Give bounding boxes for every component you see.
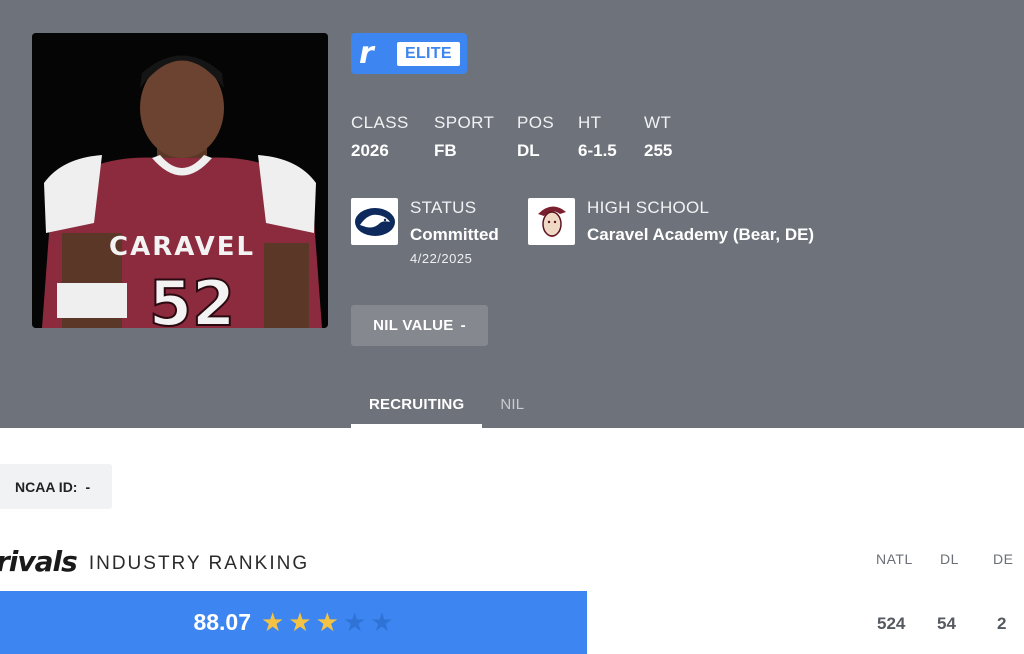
attr-pos: POS DL [517, 113, 554, 161]
star-icon: ★ [261, 607, 285, 638]
attr-value: 6-1.5 [578, 141, 617, 160]
nil-value: - [460, 317, 466, 334]
rating-value: 88.07 [193, 609, 251, 635]
status-label: STATUS [410, 198, 477, 217]
rank-natl-value[interactable]: 524 [877, 614, 905, 634]
nil-value-label: NIL VALUE [373, 317, 454, 334]
attr-label: SPORT [434, 113, 495, 132]
elite-badge[interactable]: r ELITE [351, 33, 467, 74]
rank-col-pos-label: DL [940, 551, 959, 567]
star-icon: ★ [288, 607, 312, 638]
attr-value: DL [517, 141, 540, 160]
ncaa-id-value: - [85, 478, 91, 495]
attr-value: FB [434, 141, 457, 160]
attr-wt: WT 255 [644, 113, 672, 161]
status-value: Committed [410, 225, 499, 244]
ncaa-id-label: NCAA ID: [15, 478, 78, 495]
high-school: HIGH SCHOOL Caravel Academy (Bear, DE) [528, 198, 814, 245]
high-school-value[interactable]: Caravel Academy (Bear, DE) [587, 225, 814, 245]
attr-label: HT [578, 113, 602, 132]
star-icon: ★ [342, 607, 367, 638]
rating-bar: 88.07 ★ ★ ★ ★ ★ [0, 591, 587, 654]
star-rating: ★ ★ ★ ★ ★ [261, 610, 394, 636]
rank-state-value[interactable]: 2 [997, 614, 1006, 634]
jersey-text: CARAVEL [109, 232, 255, 262]
high-school-label: HIGH SCHOOL [587, 198, 710, 217]
commit-status: STATUS Committed 4/22/2025 [351, 198, 499, 266]
elite-label: ELITE [397, 41, 460, 66]
profile-tabs: RECRUITING NIL [351, 388, 542, 428]
jersey-number: 52 [149, 267, 235, 328]
attr-label: POS [517, 113, 555, 132]
star-icon: ★ [370, 607, 394, 638]
rank-col-natl-label: NATL [876, 551, 913, 567]
attr-label: CLASS [351, 113, 409, 132]
profile-header: CARAVEL 52 r ELITE CLASS 2026 SPORT FB P… [0, 0, 1024, 428]
attr-sport: SPORT FB [434, 113, 494, 161]
rivals-logo: rivals [0, 545, 78, 578]
attr-value: 2026 [351, 141, 389, 160]
penn-state-logo-icon[interactable] [351, 198, 398, 245]
player-photo: CARAVEL 52 [32, 33, 328, 328]
attr-value: 255 [644, 141, 673, 160]
tab-nil[interactable]: NIL [482, 388, 542, 428]
rank-col-state-label: DE [993, 551, 1014, 567]
attr-class: CLASS 2026 [351, 113, 409, 161]
attr-ht: HT 6-1.5 [578, 113, 617, 161]
star-icon: ★ [315, 607, 339, 638]
tab-recruiting[interactable]: RECRUITING [351, 388, 483, 428]
nil-value-button[interactable]: NIL VALUE - [351, 305, 488, 346]
ranking-header: rivals INDUSTRY RANKING [0, 545, 309, 578]
ranking-title: INDUSTRY RANKING [88, 552, 310, 574]
rivals-r-logo-icon: r [359, 35, 374, 71]
rank-pos-value[interactable]: 54 [937, 614, 956, 634]
status-date: 4/22/2025 [410, 251, 473, 266]
caravel-mascot-icon[interactable] [528, 198, 575, 245]
attr-label: WT [644, 113, 672, 132]
ncaa-id: NCAA ID: - [0, 464, 112, 509]
